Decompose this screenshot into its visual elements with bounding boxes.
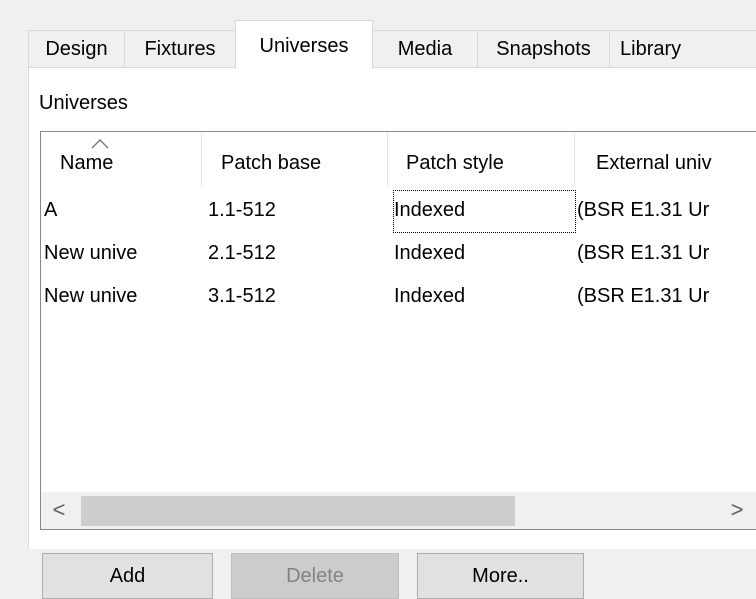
cell-name: New unive [44, 242, 138, 264]
cell-external-universe: (BSR E1.31 Ur [577, 285, 710, 307]
universes-tab-panel: Universes Name Patch base Patch style Ex… [28, 67, 756, 599]
add-button[interactable]: Add [42, 553, 213, 599]
universes-group-label: Universes [39, 92, 128, 114]
horizontal-scrollbar[interactable]: < > [41, 492, 756, 529]
tab-fixtures[interactable]: Fixtures [124, 30, 236, 68]
table-row[interactable]: New unive 3.1-512 Indexed (BSR E1.31 Ur [41, 276, 756, 319]
cell-name: New unive [44, 285, 138, 307]
cell-external-universe: (BSR E1.31 Ur [577, 242, 710, 264]
cell-patch-style: Indexed [394, 285, 466, 307]
cell-patch-base: 2.1-512 [208, 242, 276, 264]
tab-strip: Design Fixtures Universes Media Snapshot… [28, 20, 756, 69]
sort-ascending-icon [91, 139, 109, 149]
scroll-left-icon[interactable]: < [41, 492, 77, 529]
column-header-patch-style[interactable]: Patch style [388, 132, 575, 187]
tab-media[interactable]: Media [372, 30, 478, 68]
more-button[interactable]: More.. [417, 553, 584, 599]
universes-list[interactable]: Name Patch base Patch style External uni… [40, 131, 756, 530]
cell-external-universe: (BSR E1.31 Ur [577, 199, 710, 221]
tab-design[interactable]: Design [28, 30, 125, 68]
column-header-patch-base[interactable]: Patch base [202, 132, 388, 187]
column-header-name[interactable]: Name [41, 132, 202, 187]
list-header: Name Patch base Patch style External uni… [41, 132, 756, 187]
cell-patch-base: 1.1-512 [208, 199, 276, 221]
tab-library[interactable]: Library [609, 30, 756, 68]
column-header-external-universe[interactable]: External univ [575, 132, 756, 187]
tab-universes[interactable]: Universes [235, 20, 373, 69]
scrollbar-thumb[interactable] [81, 496, 515, 526]
column-header-name-label: Name [60, 152, 114, 174]
scroll-right-icon[interactable]: > [719, 492, 755, 529]
cell-patch-style[interactable]: Indexed [393, 190, 576, 233]
delete-button: Delete [231, 553, 399, 599]
cell-name: A [44, 199, 58, 221]
tab-snapshots[interactable]: Snapshots [477, 30, 610, 68]
cell-patch-style: Indexed [394, 242, 466, 264]
cell-patch-base: 3.1-512 [208, 285, 276, 307]
table-row[interactable]: New unive 2.1-512 Indexed (BSR E1.31 Ur [41, 233, 756, 276]
table-row[interactable]: A 1.1-512 Indexed (BSR E1.31 Ur [41, 190, 756, 233]
